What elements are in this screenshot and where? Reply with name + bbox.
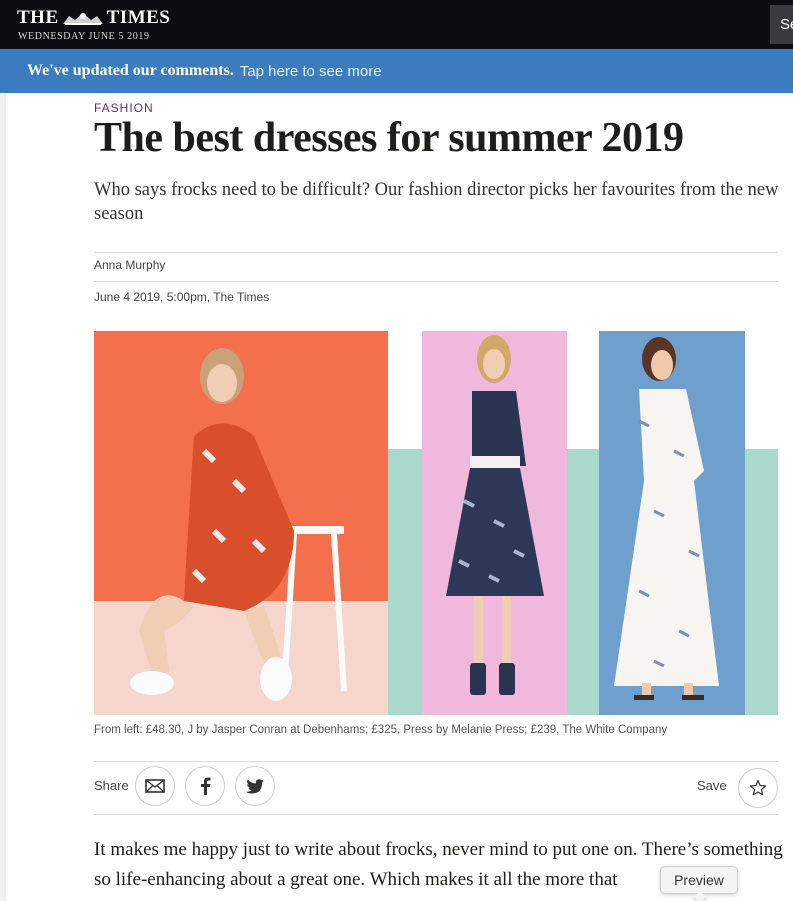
email-icon [145, 779, 165, 793]
author-byline[interactable]: Anna Murphy [94, 258, 165, 272]
image-caption: From left: £48.30, J by Jasper Conran at… [94, 724, 668, 736]
times-logo[interactable]: THE TIMES [17, 7, 170, 29]
divider [94, 814, 778, 815]
share-email-button[interactable] [135, 766, 175, 806]
facebook-icon [201, 777, 211, 795]
comments-update-banner[interactable]: We've updated our comments. Tap here to … [0, 49, 793, 93]
edition-date: WEDNESDAY JUNE 5 2019 [18, 31, 150, 42]
star-icon [749, 779, 767, 796]
divider [94, 252, 778, 253]
twitter-icon [246, 778, 264, 793]
page-gutter [0, 93, 6, 901]
share-label: Share [94, 778, 129, 793]
divider [94, 761, 778, 762]
search-button[interactable]: Search [770, 5, 793, 44]
lead-image [94, 331, 778, 715]
divider [94, 281, 778, 282]
logo-text-right: TIMES [106, 7, 171, 28]
crest-icon [62, 13, 103, 25]
share-facebook-button[interactable] [185, 766, 225, 806]
share-twitter-button[interactable] [235, 766, 275, 806]
section-label[interactable]: FASHION [94, 101, 154, 115]
masthead: THE TIMES WEDNESDAY JUNE 5 2019 Search [0, 0, 793, 49]
banner-message: We've updated our comments. [27, 62, 234, 79]
publish-date: June 4 2019, 5:00pm, The Times [94, 290, 270, 304]
save-article-button[interactable] [738, 768, 778, 808]
logo-text-left: THE [17, 7, 59, 28]
preview-tooltip[interactable]: Preview [660, 866, 738, 894]
save-label: Save [697, 778, 727, 793]
article-headline: The best dresses for summer 2019 [94, 115, 684, 161]
banner-link[interactable]: Tap here to see more [240, 63, 382, 80]
article-standfirst: Who says frocks need to be difficult? Ou… [94, 180, 779, 224]
